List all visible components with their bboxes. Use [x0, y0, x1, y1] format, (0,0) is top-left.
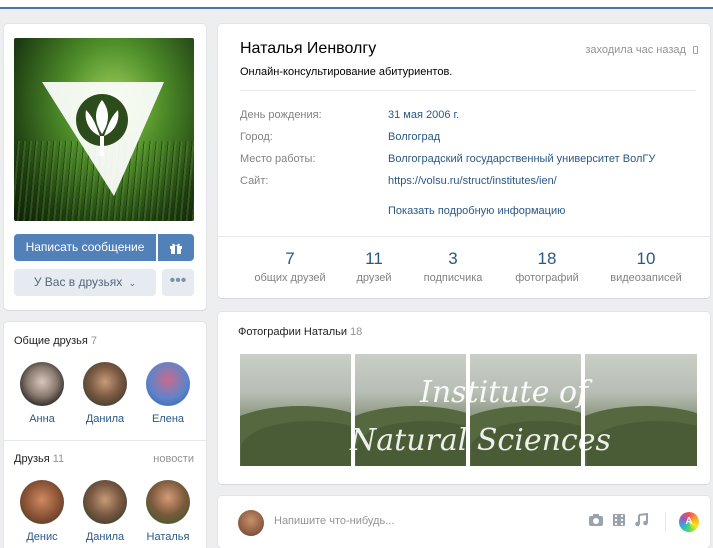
- counter-photos[interactable]: 18 фотографий: [510, 249, 584, 284]
- photo-thumbnail[interactable]: [355, 354, 466, 466]
- profile-status-text[interactable]: Онлайн-консультирование абитуриентов.: [240, 66, 452, 78]
- photos-title: Фотографии Натальи: [238, 326, 348, 338]
- friends-header[interactable]: Друзья 11: [14, 453, 64, 465]
- divider: [240, 90, 696, 91]
- video-icon[interactable]: [612, 513, 626, 530]
- friend-item[interactable]: Данила: [77, 362, 133, 425]
- divider: [665, 512, 666, 532]
- info-label: Сайт:: [240, 175, 269, 187]
- post-input[interactable]: Напишите что-нибудь...: [274, 515, 394, 527]
- show-more-info-link[interactable]: Показать подробную информацию: [388, 205, 565, 217]
- counter-videos[interactable]: 10 видеозаписей: [606, 249, 686, 284]
- profile-name: Наталья Иенволгу: [240, 40, 377, 57]
- avatar: [20, 362, 64, 406]
- profile-photo[interactable]: [14, 38, 194, 221]
- counters-bar: 7 общих друзей 11 друзей 3 подписчика 18…: [218, 236, 710, 298]
- color-circle-icon[interactable]: A: [679, 512, 699, 532]
- counter-label: видеозаписей: [610, 272, 682, 284]
- avatar-card: Написать сообщение У Вас в друзьях ⌄ •••: [4, 24, 206, 310]
- friend-name: Анна: [29, 413, 55, 425]
- photos-count: 18: [350, 326, 363, 338]
- write-message-button[interactable]: Написать сообщение: [14, 234, 156, 261]
- friends-status-label: У Вас в друзьях: [33, 275, 123, 289]
- institute-logo-icon: [42, 82, 164, 196]
- mutual-friends-title: Общие друзья: [14, 335, 88, 347]
- divider: [4, 440, 206, 441]
- counter-number: 18: [537, 249, 557, 268]
- friend-name: Денис: [26, 531, 58, 543]
- mutual-friends-header[interactable]: Общие друзья 7: [14, 335, 97, 347]
- camera-icon[interactable]: [588, 513, 604, 530]
- counter-number: 11: [365, 249, 383, 268]
- friends-status-button[interactable]: У Вас в друзьях ⌄: [14, 269, 156, 296]
- counter-number: 10: [636, 249, 656, 268]
- counter-label: подписчика: [423, 272, 483, 284]
- avatar: [83, 362, 127, 406]
- mutual-friends-count: 7: [90, 335, 97, 347]
- info-label: Город:: [240, 131, 273, 143]
- avatar: [83, 480, 127, 524]
- friend-name: Елена: [151, 413, 185, 425]
- counter-label: общих друзей: [254, 272, 326, 284]
- music-icon[interactable]: [634, 512, 648, 530]
- info-value[interactable]: https://volsu.ru/struct/institutes/ien/: [388, 175, 557, 187]
- gift-icon: [170, 243, 182, 254]
- counter-label: друзей: [356, 272, 392, 284]
- friend-item[interactable]: Данила: [77, 480, 133, 543]
- friend-item[interactable]: Денис: [14, 480, 70, 543]
- photos-header[interactable]: Фотографии Натальи 18: [238, 326, 362, 338]
- avatar: [146, 362, 190, 406]
- more-actions-button[interactable]: •••: [162, 269, 194, 296]
- info-label: Место работы:: [240, 153, 316, 165]
- friend-name: Данила: [85, 413, 125, 425]
- friend-item[interactable]: Анна: [14, 362, 70, 425]
- top-bar: [0, 0, 713, 9]
- photo-thumbnail[interactable]: [470, 354, 581, 466]
- info-value[interactable]: 31 мая 2006 г.: [388, 109, 459, 121]
- friend-name: Данила: [85, 531, 125, 543]
- friends-title: Друзья: [14, 453, 50, 465]
- profile-info-card: Наталья Иенволгу заходила час назад Онла…: [218, 24, 710, 298]
- counter-friends[interactable]: 11 друзей: [350, 249, 398, 284]
- chevron-down-icon: ⌄: [128, 278, 137, 288]
- friends-card: Общие друзья 7 Анна Данила Елена Друзья 11…: [4, 322, 206, 548]
- photos-card: Фотографии Натальи 18: [218, 312, 710, 484]
- avatar: [146, 480, 190, 524]
- counter-number: 3: [448, 249, 458, 268]
- avatar: [238, 510, 264, 536]
- counter-label: фотографий: [515, 272, 579, 284]
- info-value[interactable]: Волгоградский государственный университе…: [388, 153, 655, 165]
- photo-thumbnail[interactable]: [585, 354, 697, 466]
- friends-news-link[interactable]: новости: [153, 453, 194, 465]
- mobile-icon: [693, 46, 698, 54]
- online-status-text: заходила час назад: [585, 44, 686, 56]
- counter-number: 7: [285, 249, 295, 268]
- info-label: День рождения:: [240, 109, 322, 121]
- post-composer: Напишите что-нибудь... A: [218, 496, 710, 548]
- counter-subscribers[interactable]: 3 подписчика: [418, 249, 488, 284]
- gift-button[interactable]: [158, 234, 194, 261]
- friend-item[interactable]: Елена: [140, 362, 196, 425]
- photo-thumbnail[interactable]: [240, 354, 351, 466]
- info-value[interactable]: Волгоград: [388, 131, 440, 143]
- counter-mutual-friends[interactable]: 7 общих друзей: [252, 249, 328, 284]
- friend-item[interactable]: Наталья: [140, 480, 196, 543]
- online-status: заходила час назад: [585, 44, 698, 56]
- friends-count: 11: [52, 453, 65, 465]
- friend-name: Наталья: [146, 531, 190, 543]
- avatar: [20, 480, 64, 524]
